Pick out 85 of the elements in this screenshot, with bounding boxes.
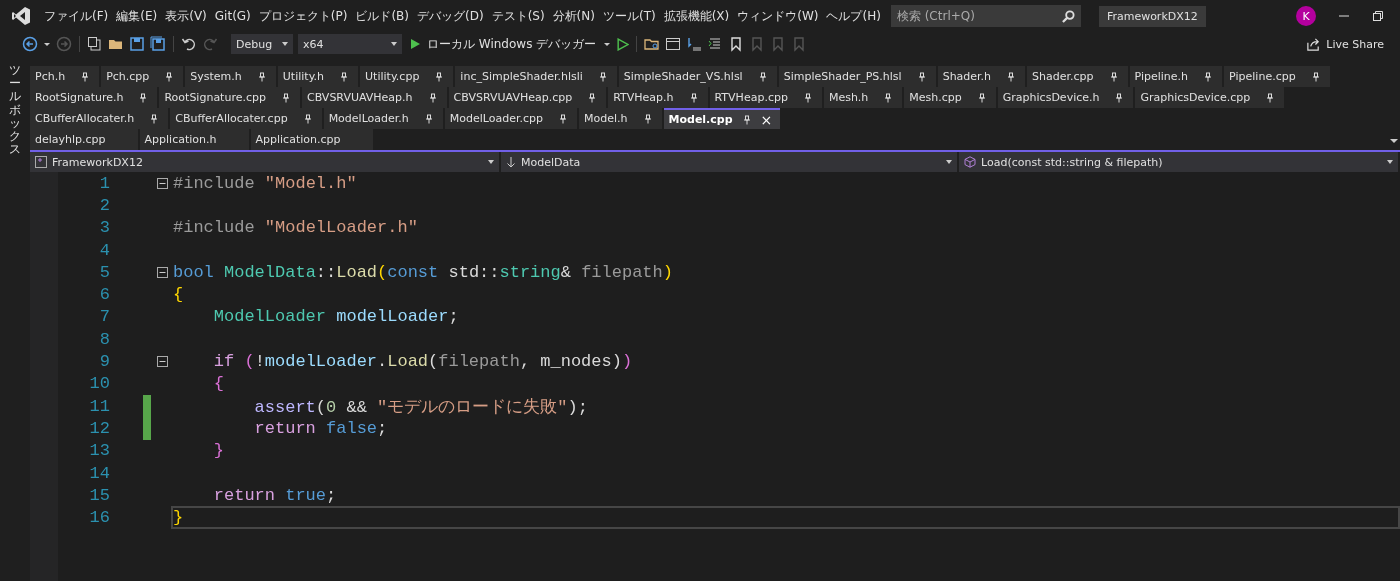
file-tab[interactable]: inc_SimpleShader.hlsli xyxy=(455,66,617,87)
file-tab[interactable]: Application.cpp xyxy=(250,129,373,150)
toolbox-tab[interactable]: ツールボックス xyxy=(9,64,21,157)
code-line: assert(0 && "モデルのロードに失敗"); xyxy=(253,396,588,418)
project-dropdown[interactable]: FrameworkDX12 xyxy=(30,152,501,172)
code-line: { xyxy=(212,374,224,394)
file-tab[interactable]: GraphicsDevice.cpp xyxy=(1135,87,1285,108)
code-line: } xyxy=(173,508,184,528)
menu-item[interactable]: Git(G) xyxy=(210,9,255,23)
line-number: 5 xyxy=(98,262,110,282)
menu-item[interactable]: ビルド(B) xyxy=(351,7,413,25)
code-line: } xyxy=(212,441,224,461)
line-number: 16 xyxy=(88,508,110,528)
code-line: bool ModelData::Load(const std::string& filepath) xyxy=(173,262,673,282)
menu-item[interactable]: 拡張機能(X) xyxy=(659,7,734,25)
file-tab[interactable]: Utility.h xyxy=(277,66,359,87)
file-tab[interactable]: CBufferAllocater.cpp xyxy=(170,108,322,129)
menu-item[interactable]: プロジェクト(P) xyxy=(254,7,352,25)
file-tab[interactable]: RTVHeap.cpp xyxy=(709,87,822,108)
file-tab[interactable]: ModelLoader.h xyxy=(323,108,443,129)
member-dropdown[interactable]: Load(const std::string & filepath) xyxy=(959,152,1400,172)
search-input[interactable]: 検索 (Ctrl+Q) xyxy=(896,9,1062,23)
file-tab[interactable]: Mesh.cpp xyxy=(904,87,996,108)
file-tab[interactable]: Pch.cpp xyxy=(101,66,184,87)
file-tab[interactable]: Model.cpp × xyxy=(663,108,781,129)
live-share-button[interactable]: Live Share xyxy=(1306,36,1384,52)
file-tab[interactable]: ModelLoader.cpp xyxy=(444,108,577,129)
scope-dropdown[interactable]: ModelData xyxy=(501,152,959,172)
file-tab[interactable]: Pch.h xyxy=(30,66,100,87)
file-tab[interactable]: Pipeline.h xyxy=(1129,66,1223,87)
file-tab[interactable]: System.h xyxy=(185,66,276,87)
menu-item[interactable]: デバッグ(D) xyxy=(413,7,488,25)
close-button[interactable]: × xyxy=(760,112,773,127)
code-line: #include "Model.h" xyxy=(173,173,357,193)
file-tab[interactable]: delayhlp.cpp xyxy=(30,129,138,150)
file-tab[interactable]: Shader.h xyxy=(937,66,1026,87)
line-number: 12 xyxy=(88,418,110,438)
file-tab[interactable]: Mesh.h xyxy=(823,87,903,108)
file-tab[interactable]: Application.h xyxy=(139,129,249,150)
file-tab[interactable]: CBufferAllocater.h xyxy=(30,108,169,129)
line-number: 7 xyxy=(98,307,110,327)
menu-item[interactable]: ヘルプ(H) xyxy=(822,7,885,25)
line-number: 13 xyxy=(88,441,110,461)
start-debugging-button[interactable]: ローカル Windows デバッガー xyxy=(407,35,599,53)
file-tab[interactable]: SimpleShader_VS.hlsl xyxy=(618,66,777,87)
menu-item[interactable]: テスト(S) xyxy=(487,7,549,25)
line-number: 1 xyxy=(98,173,110,193)
menu-item[interactable]: ファイル(F) xyxy=(40,7,113,25)
line-number: 8 xyxy=(98,329,110,349)
file-tab[interactable]: RootSignature.h xyxy=(30,87,158,108)
menu-item[interactable]: 表示(V) xyxy=(161,7,211,25)
configuration-dropdown[interactable]: Debug xyxy=(231,34,293,54)
menu-item[interactable]: ツール(T) xyxy=(598,7,660,25)
file-tab[interactable]: RTVHeap.h xyxy=(608,87,708,108)
code-line: return false; xyxy=(253,418,388,438)
code-line: { xyxy=(173,285,184,305)
file-tab[interactable]: CBVSRVUAVHeap.cpp xyxy=(448,87,607,108)
file-tab[interactable]: CBVSRVUAVHeap.h xyxy=(301,87,447,108)
file-tab[interactable]: GraphicsDevice.h xyxy=(997,87,1134,108)
code-line: ModelLoader modelLoader; xyxy=(212,307,459,327)
file-tab[interactable]: RootSignature.cpp xyxy=(159,87,300,108)
code-line: return true; xyxy=(212,485,337,505)
line-number: 4 xyxy=(98,240,110,260)
search-field[interactable]: 検索 (Ctrl+Q) xyxy=(890,5,1081,27)
user-avatar[interactable]: K xyxy=(1296,6,1316,26)
code-line: if (!modelLoader.Load(filepath, m_nodes)) xyxy=(212,352,633,372)
file-tab[interactable]: Utility.cpp xyxy=(360,66,454,87)
line-number: 3 xyxy=(98,218,110,238)
file-tab[interactable]: Shader.cpp xyxy=(1027,66,1128,87)
platform-dropdown[interactable]: x64 xyxy=(298,34,402,54)
line-number: 2 xyxy=(98,195,110,215)
line-number: 6 xyxy=(98,285,110,305)
menu-item[interactable]: 編集(E) xyxy=(112,7,162,25)
line-number: 14 xyxy=(88,463,110,483)
line-number: 10 xyxy=(88,374,110,394)
line-number: 9 xyxy=(98,352,110,371)
file-tab[interactable]: Model.h xyxy=(579,108,662,129)
line-number: 15 xyxy=(88,485,110,505)
menu-item[interactable]: ウィンドウ(W) xyxy=(733,7,823,25)
solution-title: FrameworkDX12 xyxy=(1098,5,1206,27)
code-line: #include "ModelLoader.h" xyxy=(173,218,418,238)
menu-item[interactable]: 分析(N) xyxy=(548,7,599,25)
line-number: 11 xyxy=(88,396,110,416)
file-tab[interactable]: Pipeline.cpp xyxy=(1224,66,1330,87)
file-tab[interactable]: SimpleShader_PS.hlsl xyxy=(778,66,936,87)
